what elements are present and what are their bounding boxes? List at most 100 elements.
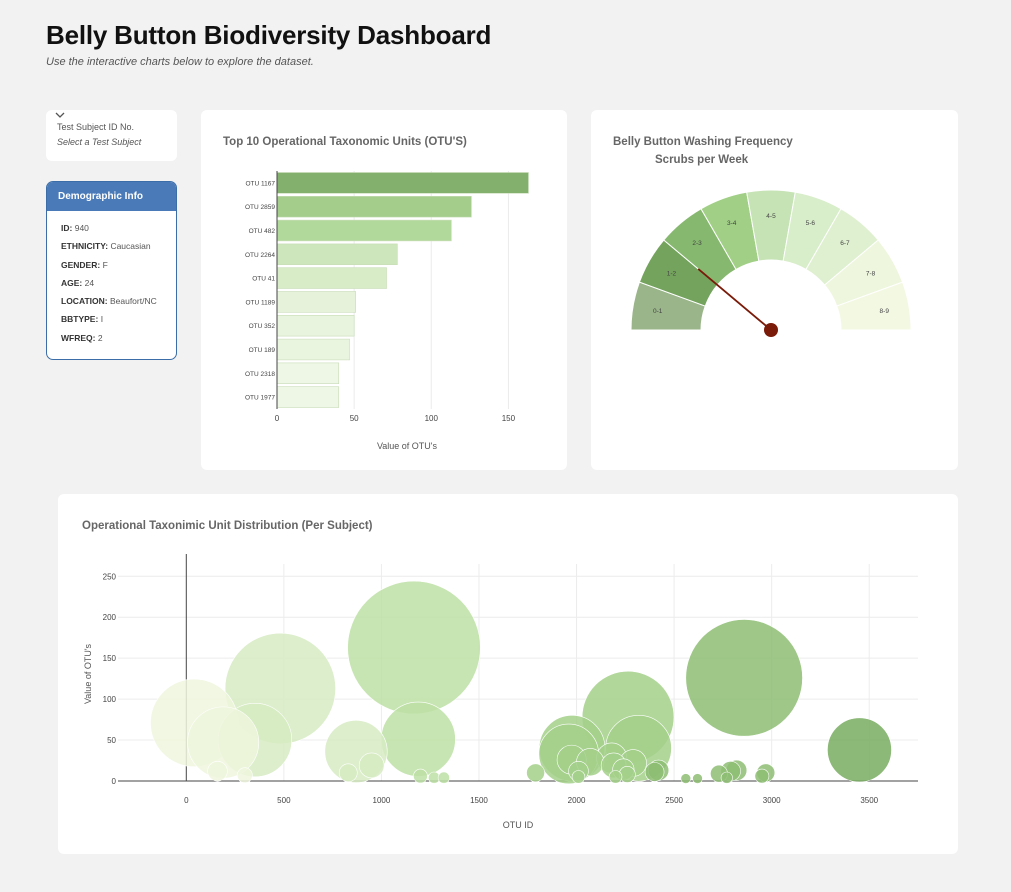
bubble-x-tick: 2500 bbox=[665, 796, 683, 805]
bubble-y-tick: 0 bbox=[112, 777, 117, 786]
gauge-title: Belly Button Washing Frequency bbox=[613, 136, 793, 148]
bar-category-label: OTU 2318 bbox=[245, 371, 275, 378]
bubble-point bbox=[236, 767, 253, 784]
subject-selector-label: Test Subject ID No. bbox=[57, 122, 135, 132]
demographic-value: I bbox=[100, 314, 104, 325]
bubble-x-tick: 2000 bbox=[568, 796, 586, 805]
bar-mark bbox=[276, 338, 350, 361]
bubble-point bbox=[437, 771, 450, 784]
demographic-info-panel: Demographic Info ID: 940 ETHNICITY: Cauca… bbox=[46, 181, 177, 360]
subject-select-placeholder: Select a Test Subject bbox=[57, 137, 142, 147]
bubble-point bbox=[685, 619, 803, 737]
demographic-value: F bbox=[102, 259, 108, 270]
bar-mark bbox=[276, 291, 356, 313]
gauge-needle bbox=[697, 268, 772, 331]
bubble-y-tick: 150 bbox=[103, 654, 117, 663]
demographic-value: Beaufort/NC bbox=[109, 296, 157, 307]
bar-chart-title: Top 10 Operational Taxonomic Units (OTU'… bbox=[223, 136, 467, 148]
bar-mark bbox=[276, 267, 387, 289]
bar-category-label: OTU 2859 bbox=[245, 204, 275, 211]
bubble-point bbox=[680, 773, 692, 784]
demographic-key: AGE: bbox=[61, 277, 83, 288]
demographic-key: BBTYPE: bbox=[61, 314, 99, 325]
bar-x-tick: 150 bbox=[502, 414, 516, 423]
gauge-segment-label: 2-3 bbox=[692, 240, 702, 247]
bubble-x-tick: 3500 bbox=[860, 796, 878, 805]
demographic-value: 940 bbox=[74, 223, 89, 233]
bubble-point bbox=[413, 768, 428, 784]
bubble-y-tick: 50 bbox=[107, 736, 116, 745]
bubble-point bbox=[571, 770, 586, 784]
demographic-key: ETHNICITY: bbox=[61, 241, 109, 252]
top10-bar-chart-card: Top 10 Operational Taxonomic Units (OTU'… bbox=[201, 110, 567, 470]
bubble-x-tick: 3000 bbox=[763, 796, 781, 805]
bubble-point bbox=[827, 717, 892, 783]
bar-x-tick: 100 bbox=[425, 414, 439, 423]
gauge-subtitle: Scrubs per Week bbox=[655, 154, 749, 166]
bubble-y-tick: 200 bbox=[103, 613, 117, 622]
bar-mark bbox=[276, 315, 355, 337]
bar-chart-xlabel: Value of OTU's bbox=[377, 441, 438, 451]
demographic-key: ID: bbox=[61, 223, 73, 233]
bar-category-label: OTU 1167 bbox=[245, 180, 275, 187]
gauge-segment-label: 8-9 bbox=[880, 308, 890, 315]
bar-mark bbox=[276, 196, 472, 218]
demographic-info-title: Demographic Info bbox=[47, 182, 176, 211]
bubble-point bbox=[358, 752, 385, 779]
bar-category-label: OTU 352 bbox=[249, 323, 276, 330]
bar-mark bbox=[276, 219, 452, 242]
bar-x-tick: 0 bbox=[275, 414, 280, 423]
otu-bubble-chart-card: Operational Taxonimic Unit Distribution … bbox=[58, 494, 958, 854]
wash-frequency-gauge-card: Belly Button Washing Frequency Scrubs pe… bbox=[591, 110, 958, 470]
bubble-x-tick: 0 bbox=[184, 796, 189, 805]
demographic-row: AGE: 24 bbox=[61, 276, 162, 294]
demographic-row: GENDER: F bbox=[61, 258, 162, 276]
bar-category-label: OTU 189 bbox=[249, 347, 276, 354]
demographic-value: 24 bbox=[84, 277, 95, 288]
demographic-value: 2 bbox=[97, 332, 103, 343]
bar-category-label: OTU 1189 bbox=[245, 299, 275, 306]
bubble-y-tick: 100 bbox=[103, 695, 117, 704]
otu-bubble-chart: Operational Taxonimic Unit Distribution … bbox=[82, 520, 918, 830]
gauge-segment-label: 4-5 bbox=[766, 213, 776, 220]
bubble-chart-xlabel: OTU ID bbox=[503, 820, 534, 830]
demographic-key: LOCATION: bbox=[61, 296, 108, 307]
demographic-value: Caucasian bbox=[110, 241, 151, 252]
bar-x-tick: 50 bbox=[350, 414, 359, 423]
bubble-x-tick: 1500 bbox=[470, 796, 488, 805]
bubble-point bbox=[692, 773, 703, 784]
bubble-point bbox=[754, 768, 770, 784]
bar-category-label: OTU 482 bbox=[249, 228, 276, 235]
subject-selector-card: Test Subject ID No. Select a Test Subjec… bbox=[46, 110, 177, 161]
page-subtitle: Use the interactive charts below to expl… bbox=[46, 56, 314, 68]
bar-mark bbox=[276, 386, 340, 408]
subject-select-dropdown[interactable]: Select a Test Subject bbox=[55, 112, 166, 147]
gauge-segment-label: 1-2 bbox=[667, 271, 677, 278]
gauge-segment-label: 7-8 bbox=[866, 271, 876, 278]
demographic-row: BBTYPE: I bbox=[61, 312, 162, 330]
gauge-needle-hub bbox=[764, 323, 778, 337]
bubble-point bbox=[644, 762, 665, 782]
bar-mark bbox=[276, 172, 529, 194]
page-title: Belly Button Biodiversity Dashboard bbox=[46, 20, 492, 50]
bar-category-label: OTU 2264 bbox=[245, 252, 275, 259]
demographic-row: WFREQ: 2 bbox=[61, 331, 162, 349]
bar-mark bbox=[276, 362, 340, 384]
demographic-row: ETHNICITY: Caucasian bbox=[61, 239, 162, 257]
demographic-key: GENDER: bbox=[61, 259, 101, 270]
bubble-point bbox=[608, 770, 623, 784]
bubble-point bbox=[526, 763, 545, 783]
bubble-x-tick: 500 bbox=[277, 796, 291, 805]
demographic-key: WFREQ: bbox=[61, 332, 96, 343]
gauge-segment-label: 5-6 bbox=[806, 220, 816, 227]
gauge-segment-label: 3-4 bbox=[727, 220, 737, 227]
bubble-point bbox=[720, 771, 733, 784]
bubble-point bbox=[347, 580, 481, 715]
gauge-segment-label: 0-1 bbox=[653, 308, 663, 315]
chevron-down-icon bbox=[55, 112, 65, 118]
bar-category-label: OTU 1977 bbox=[245, 395, 275, 402]
bubble-point bbox=[207, 760, 228, 782]
bubble-chart-title: Operational Taxonimic Unit Distribution … bbox=[82, 520, 373, 532]
bubble-x-tick: 1000 bbox=[373, 796, 391, 805]
top10-bar-chart: Top 10 Operational Taxonomic Units (OTU'… bbox=[223, 136, 529, 451]
